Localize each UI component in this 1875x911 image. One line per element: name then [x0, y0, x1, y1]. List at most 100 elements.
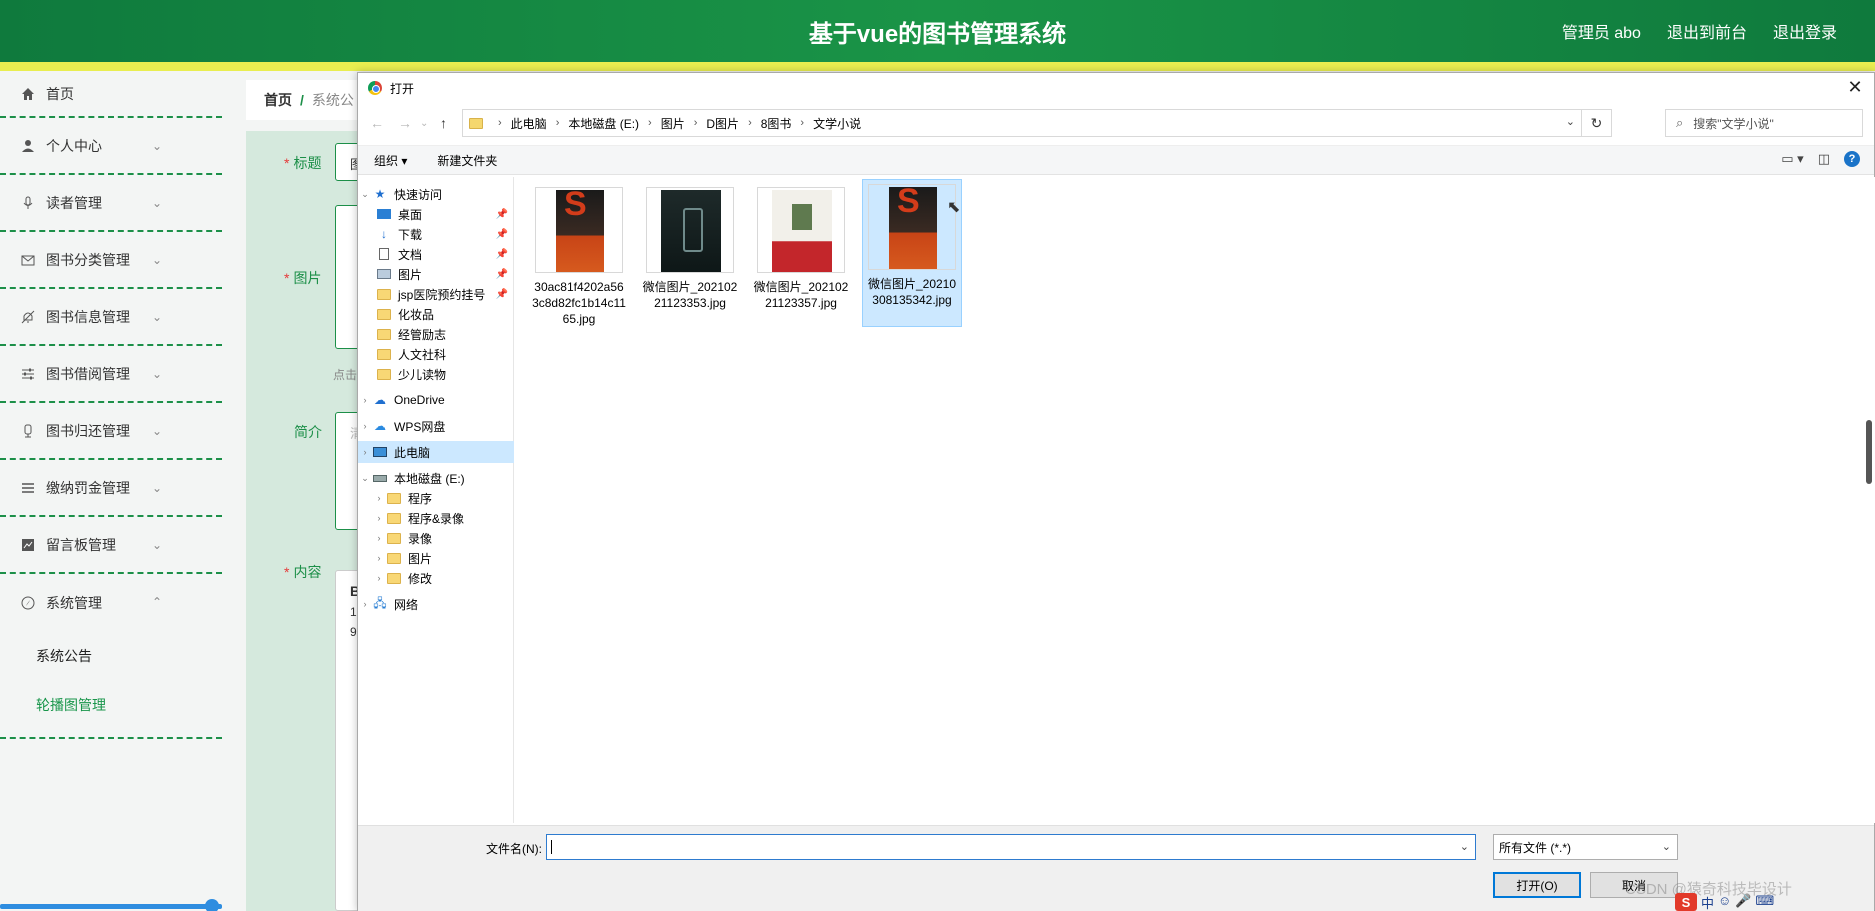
sidebar-scroll-handle[interactable]	[205, 899, 219, 911]
desktop-icon	[376, 207, 392, 221]
back-arrow-icon[interactable]: ←	[370, 115, 384, 131]
preview-pane-icon[interactable]: ◫	[1818, 151, 1830, 167]
nav-folder-humanities[interactable]: 人文社科	[358, 343, 514, 365]
pin-icon: 📌	[495, 288, 508, 300]
nav-folder-jsp[interactable]: jsp医院预约挂号 📌	[358, 283, 514, 305]
sidebar-subitem-carousel[interactable]: 轮播图管理	[0, 680, 222, 729]
nav-folder-video[interactable]: › 录像	[358, 527, 514, 549]
filetype-select[interactable]: 所有文件 (*.*) ⌄	[1493, 834, 1678, 860]
organize-button[interactable]: 组织 ▾	[374, 152, 407, 169]
pin-icon: 📌	[495, 248, 508, 260]
address-row: ← → ⌄ ↑ › 此电脑 › 本地磁盘 (E:) › 图片 › D图片 › 8…	[358, 105, 1874, 141]
mail-icon	[20, 252, 36, 268]
filename-label: 文件名(N):	[486, 842, 542, 856]
cloud-icon: ☁	[374, 419, 386, 433]
breadcrumb-home[interactable]: 首页	[264, 90, 292, 110]
chevron-down-icon: ⌄	[151, 310, 162, 324]
sidebar-item-label: 首页	[46, 85, 74, 102]
sidebar-item-book-info[interactable]: 图书信息管理 ⌄	[0, 289, 222, 346]
cloud-icon: ☁	[374, 393, 386, 407]
folder-icon	[376, 367, 392, 381]
nav-folder-program[interactable]: › 程序	[358, 487, 514, 509]
menu-icon	[20, 480, 36, 496]
address-bar[interactable]: › 此电脑 › 本地磁盘 (E:) › 图片 › D图片 › 8图书 › 文学小…	[462, 109, 1612, 137]
home-icon	[20, 86, 36, 102]
nav-folder-business[interactable]: 经管励志	[358, 323, 514, 345]
refresh-icon[interactable]: ↻	[1581, 110, 1611, 136]
file-item[interactable]: 30ac81f4202a563c8d82fc1b14c1165.jpg	[529, 183, 629, 331]
search-input[interactable]: ⌕ 搜索"文学小说"	[1665, 109, 1863, 137]
recent-dropdown-icon[interactable]: ⌄	[420, 118, 428, 129]
computer-icon	[372, 445, 388, 459]
image-thumbnail	[646, 187, 734, 273]
new-folder-button[interactable]: 新建文件夹	[437, 152, 497, 169]
drive-icon	[372, 471, 388, 485]
forward-arrow-icon[interactable]: →	[398, 115, 412, 131]
sidebar-item-label: 读者管理	[46, 194, 102, 211]
chevron-down-icon: ⌄	[1661, 841, 1671, 853]
nav-disk-e[interactable]: ⌄ 本地磁盘 (E:)	[358, 467, 514, 489]
file-item[interactable]: 微信图片_20210221123357.jpg	[751, 183, 851, 331]
nav-wps[interactable]: › ☁ WPS网盘	[358, 415, 514, 437]
nav-this-pc[interactable]: › 此电脑	[358, 441, 514, 463]
sidebar-item-return[interactable]: 图书归还管理 ⌄	[0, 403, 222, 460]
chevron-down-icon: ⌄	[151, 538, 162, 552]
nav-folder-pictures[interactable]: › 图片	[358, 547, 514, 569]
nav-folder-program-video[interactable]: › 程序&录像	[358, 507, 514, 529]
folder-icon	[386, 511, 402, 525]
address-crumb[interactable]: 8图书	[761, 115, 792, 132]
ime-mode[interactable]: 中	[1701, 893, 1714, 911]
title-label: * 标题	[284, 155, 322, 171]
chevron-down-icon[interactable]: ⌄	[1460, 840, 1469, 853]
nav-pictures[interactable]: 图片 📌	[358, 263, 514, 285]
system-submenu: 系统公告 轮播图管理	[0, 631, 222, 739]
sidebar-item-profile[interactable]: 个人中心 ⌄	[0, 118, 222, 175]
page-scrollbar[interactable]	[1866, 420, 1872, 484]
nav-folder-cosmetics[interactable]: 化妆品	[358, 303, 514, 325]
address-crumb[interactable]: 文学小说	[813, 115, 861, 132]
address-crumb[interactable]: 本地磁盘 (E:)	[568, 115, 639, 132]
open-button[interactable]: 打开(O)	[1493, 872, 1581, 898]
view-mode-icon[interactable]: ▭ ▾	[1781, 151, 1803, 167]
nav-onedrive[interactable]: › ☁ OneDrive	[358, 389, 514, 411]
sidebar-scrollbar[interactable]	[0, 904, 222, 909]
to-front-link[interactable]: 退出到前台	[1667, 19, 1747, 43]
header-accent-strip	[0, 62, 1875, 71]
emoji-icon[interactable]: ☺	[1718, 893, 1731, 911]
sidebar-item-system[interactable]: 系统管理 ⌃	[0, 574, 222, 631]
address-crumb[interactable]: 此电脑	[511, 115, 547, 132]
sidebar-item-fine[interactable]: 缴纳罚金管理 ⌄	[0, 460, 222, 517]
sidebar-item-borrow[interactable]: 图书借阅管理 ⌄	[0, 346, 222, 403]
file-item[interactable]: 微信图片_20210221123353.jpg	[640, 183, 740, 331]
sogou-logo-icon[interactable]: S	[1675, 893, 1697, 911]
up-arrow-icon[interactable]: ↑	[440, 115, 447, 131]
nav-downloads[interactable]: ↓ 下载 📌	[358, 223, 514, 245]
filename-input[interactable]: ⌄	[546, 834, 1476, 860]
sidebar-subitem-notice[interactable]: 系统公告	[0, 631, 222, 680]
address-crumb[interactable]: 图片	[661, 115, 685, 132]
address-crumb[interactable]: D图片	[706, 115, 739, 132]
nav-folder-children[interactable]: 少儿读物	[358, 363, 514, 385]
logout-link[interactable]: 退出登录	[1773, 19, 1837, 43]
nav-folder-modify[interactable]: › 修改	[358, 567, 514, 589]
nav-network[interactable]: › 🖧 网络	[358, 593, 514, 615]
sidebar-item-book-category[interactable]: 图书分类管理 ⌄	[0, 232, 222, 289]
close-icon[interactable]: ✕	[1844, 77, 1866, 98]
help-icon[interactable]: ?	[1844, 151, 1860, 167]
chevron-down-icon[interactable]: ⌄	[1566, 115, 1575, 128]
mic-icon[interactable]: 🎤	[1735, 893, 1751, 911]
dialog-titlebar[interactable]: 打开 ✕	[358, 73, 1874, 103]
sidebar-item-home[interactable]: 首页	[0, 71, 222, 118]
sidebar-item-readers[interactable]: 读者管理 ⌄	[0, 175, 222, 232]
sidebar: 首页 个人中心 ⌄ 读者管理 ⌄ 图书分类管理 ⌄ 图书信息管理 ⌄ 图书借阅管…	[0, 71, 222, 911]
nav-documents[interactable]: 文档 📌	[358, 243, 514, 265]
open-file-dialog: 打开 ✕ ← → ⌄ ↑ › 此电脑 › 本地磁盘 (E:) › 图片 › D图…	[357, 72, 1875, 911]
sidebar-item-label: 图书分类管理	[46, 251, 130, 268]
nav-quick-access[interactable]: ⌄ ★ 快速访问	[358, 183, 514, 205]
folder-icon	[376, 327, 392, 341]
nav-desktop[interactable]: 桌面 📌	[358, 203, 514, 225]
keyboard-icon[interactable]: ⌨	[1755, 893, 1774, 911]
sidebar-item-messages[interactable]: 留言板管理 ⌄	[0, 517, 222, 574]
current-user: 管理员 abo	[1561, 25, 1641, 42]
filetype-value: 所有文件 (*.*)	[1499, 840, 1572, 855]
